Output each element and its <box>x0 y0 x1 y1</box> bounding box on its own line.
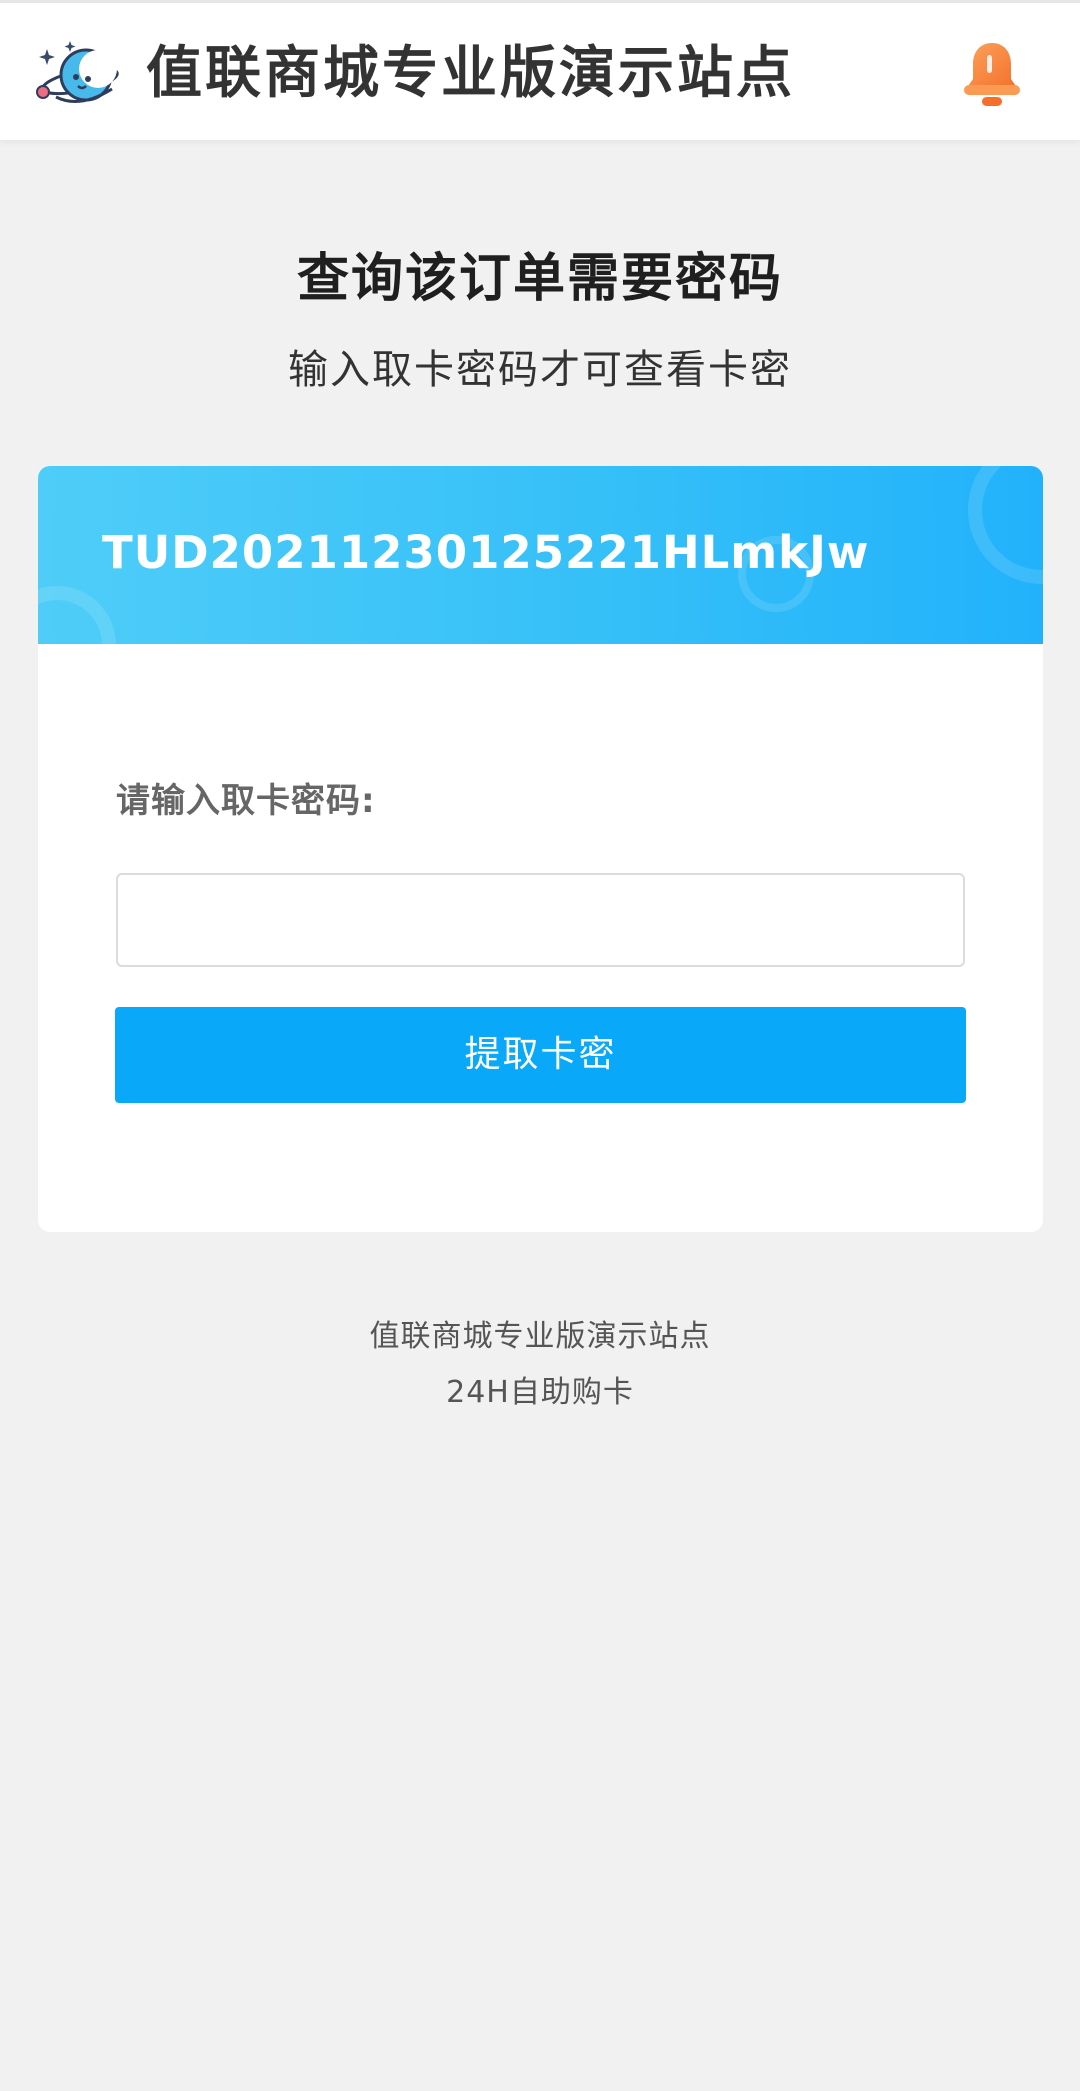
page-subtitle: 输入取卡密码才可查看卡密 <box>288 347 792 393</box>
top-header: 值联商城专业版演示站点 <box>0 0 1080 140</box>
bell-icon[interactable] <box>960 39 1024 109</box>
footer-site-name: 值联商城专业版演示站点 <box>369 1319 711 1354</box>
password-input[interactable] <box>116 873 965 967</box>
decorative-circle <box>38 586 116 644</box>
extract-card-button[interactable]: 提取卡密 <box>115 1007 966 1103</box>
password-label: 请输入取卡密码: <box>116 781 376 821</box>
page-title: 查询该订单需要密码 <box>296 249 783 309</box>
site-title[interactable]: 值联商城专业版演示站点 <box>146 39 795 109</box>
footer-slogan: 24H自助购卡 <box>446 1375 634 1410</box>
crescent-moon-logo-icon[interactable] <box>36 39 120 109</box>
decorative-circle <box>968 466 1043 584</box>
order-number: TUD20211230125221HLmkJw <box>102 526 870 579</box>
password-card: TUD20211230125221HLmkJw 请输入取卡密码: 提取卡密 <box>38 466 1043 1232</box>
order-header: TUD20211230125221HLmkJw <box>38 466 1043 644</box>
